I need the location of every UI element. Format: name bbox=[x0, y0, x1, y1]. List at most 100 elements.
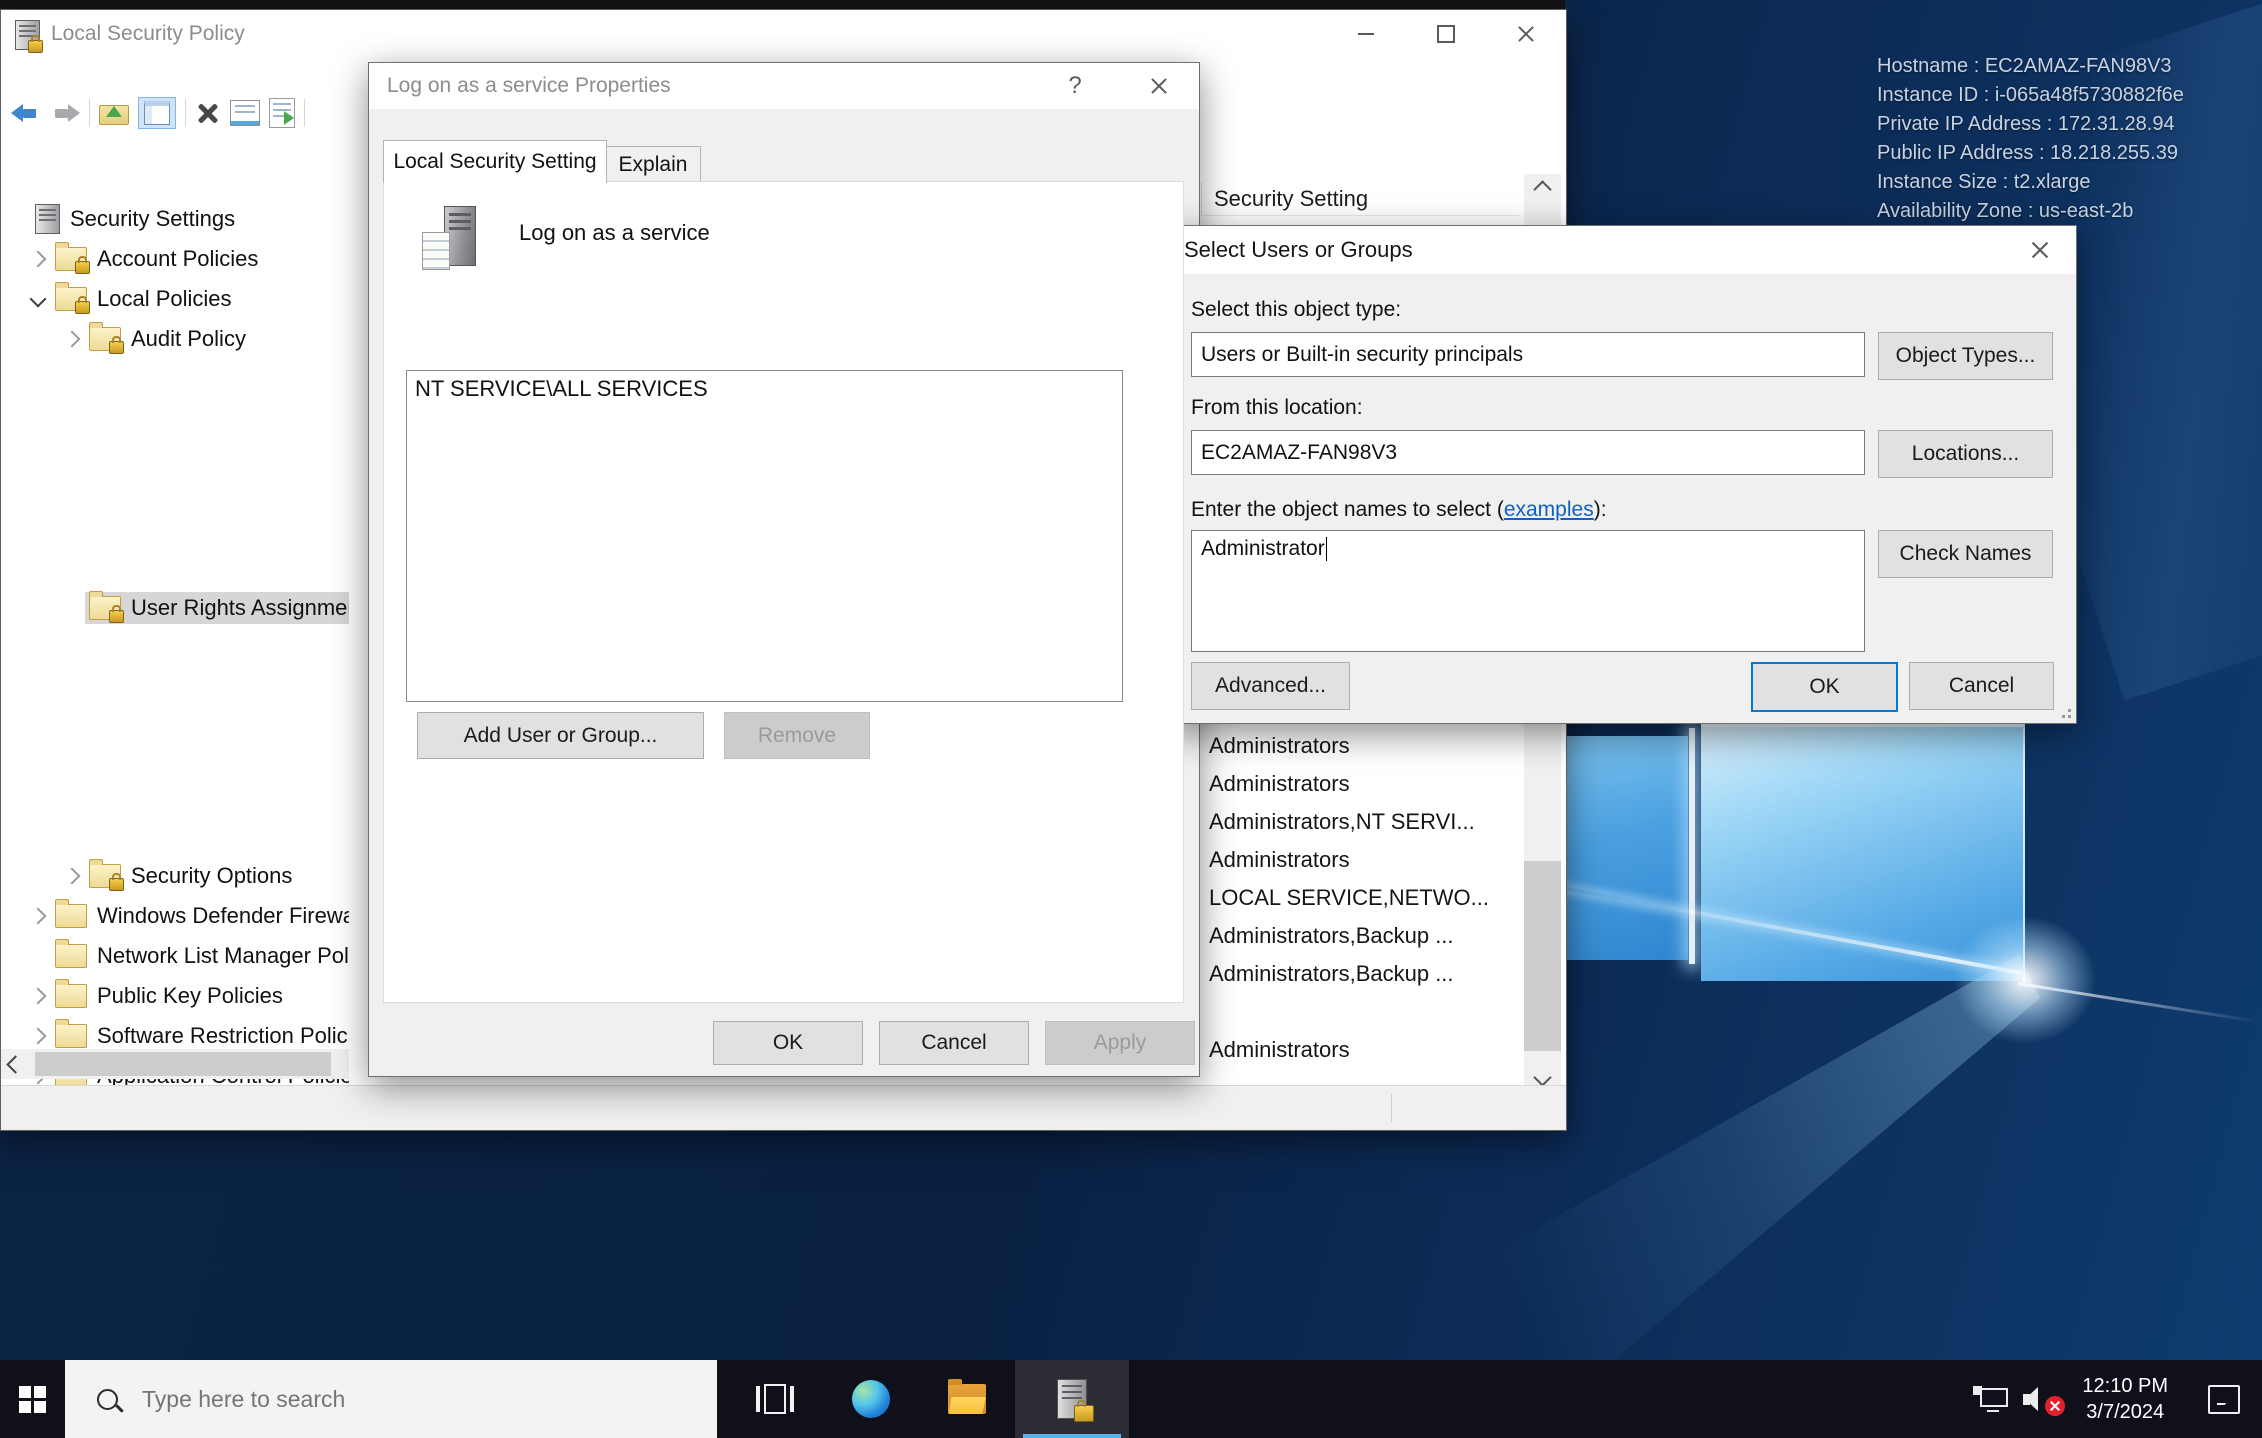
tree-item-network-list-manager[interactable]: Network List Manager Policies bbox=[1, 936, 350, 976]
list-row[interactable]: Administrators bbox=[1201, 727, 1516, 765]
tree-item-local-policies[interactable]: Local Policies bbox=[1, 279, 350, 319]
list-row[interactable]: Administrators,Backup ... bbox=[1201, 955, 1516, 993]
console-tree-panel: Security Settings Account Policies bbox=[1, 135, 350, 1086]
properties-icon[interactable] bbox=[230, 100, 260, 126]
location-field[interactable]: EC2AMAZ-FAN98V3 bbox=[1191, 430, 1865, 475]
taskbar-search[interactable] bbox=[65, 1360, 717, 1438]
system-tray: 12:10 PM 3/7/2024 bbox=[1964, 1360, 2262, 1438]
volume-tray-button[interactable] bbox=[2016, 1384, 2068, 1414]
cancel-button[interactable]: Cancel bbox=[879, 1021, 1029, 1065]
object-names-textarea[interactable]: Administrator bbox=[1191, 530, 1865, 652]
tree-item-windows-defender-firewall[interactable]: Windows Defender Firewall with Advanced … bbox=[1, 896, 350, 936]
muted-speaker-icon bbox=[2021, 1384, 2063, 1414]
toolbar-separator[interactable] bbox=[185, 99, 186, 127]
tree-item-label: Software Restriction Policies bbox=[97, 1023, 350, 1049]
cancel-button[interactable]: Cancel bbox=[1909, 662, 2054, 710]
list-row[interactable]: Administrators bbox=[1201, 841, 1516, 879]
forward-icon[interactable] bbox=[50, 102, 80, 124]
export-list-icon[interactable] bbox=[269, 98, 295, 128]
ok-button[interactable]: OK bbox=[713, 1021, 863, 1065]
lock-icon bbox=[75, 261, 90, 274]
tree-item-security-settings[interactable]: Security Settings bbox=[1, 199, 350, 239]
expander-chevron-icon[interactable] bbox=[25, 293, 51, 305]
tab-local-security-setting[interactable]: Local Security Setting bbox=[383, 140, 607, 183]
search-input[interactable] bbox=[140, 1385, 584, 1414]
tree-item-security-options[interactable]: Security Options bbox=[1, 856, 350, 896]
status-bar-divider bbox=[1391, 1094, 1392, 1122]
tab-page: Log on as a service NT SERVICE\ALL SERVI… bbox=[383, 181, 1184, 1003]
member-item[interactable]: NT SERVICE\ALL SERVICES bbox=[415, 376, 1114, 402]
maximize-button[interactable] bbox=[1406, 10, 1486, 58]
network-tray-button[interactable] bbox=[1964, 1386, 2016, 1412]
tree-item-account-policies[interactable]: Account Policies bbox=[1, 239, 350, 279]
tree-item-audit-policy[interactable]: Audit Policy bbox=[1, 319, 350, 359]
add-user-or-group-button[interactable]: Add User or Group... bbox=[417, 712, 704, 759]
tree-item-icon bbox=[89, 596, 121, 620]
expander-chevron-icon[interactable] bbox=[59, 602, 85, 614]
check-names-button[interactable]: Check Names bbox=[1878, 530, 2053, 578]
dialog-titlebar[interactable]: Log on as a service Properties ? bbox=[369, 63, 1199, 109]
action-center-icon[interactable] bbox=[2208, 1385, 2240, 1414]
remove-button[interactable]: Remove bbox=[724, 712, 870, 759]
help-button[interactable]: ? bbox=[1047, 63, 1103, 109]
minimize-button[interactable] bbox=[1326, 10, 1406, 58]
expander-chevron-icon[interactable] bbox=[59, 870, 85, 882]
tree-item-public-key-policies[interactable]: Public Key Policies bbox=[1, 976, 350, 1016]
list-row[interactable]: LOCAL SERVICE,NETWO... bbox=[1201, 879, 1516, 917]
object-type-field[interactable]: Users or Built-in security principals bbox=[1191, 332, 1865, 377]
tree-item-user-rights-assignment[interactable]: User Rights Assignment bbox=[1, 359, 350, 856]
column-header-security-setting[interactable]: Security Setting bbox=[1201, 182, 1519, 216]
scroll-up-arrow[interactable] bbox=[1524, 174, 1561, 204]
task-view-button[interactable] bbox=[727, 1360, 823, 1438]
scrollbar-thumb[interactable] bbox=[1524, 861, 1561, 1051]
local-security-policy-taskbar-button[interactable] bbox=[1015, 1360, 1129, 1438]
expander-chevron-icon[interactable] bbox=[59, 333, 85, 345]
list-row[interactable]: Administrators bbox=[1201, 765, 1516, 803]
delete-icon[interactable] bbox=[195, 100, 221, 126]
expander-chevron-icon[interactable] bbox=[25, 253, 51, 265]
members-listbox[interactable]: NT SERVICE\ALL SERVICES bbox=[406, 370, 1123, 702]
list-row[interactable]: Administrators,Backup ... bbox=[1201, 917, 1516, 955]
back-icon[interactable] bbox=[11, 102, 41, 124]
window-titlebar[interactable]: Local Security Policy bbox=[1, 10, 1566, 58]
advanced-button[interactable]: Advanced... bbox=[1191, 662, 1350, 710]
expander-chevron-icon[interactable] bbox=[25, 990, 51, 1002]
list-row[interactable]: Administrators,NT SERVI... bbox=[1201, 803, 1516, 841]
lock-icon bbox=[109, 610, 124, 623]
file-explorer-icon bbox=[948, 1384, 986, 1414]
scrollbar-thumb[interactable] bbox=[35, 1052, 331, 1076]
toolbar-separator[interactable] bbox=[304, 99, 305, 127]
export-folder-icon[interactable] bbox=[99, 101, 129, 125]
expander-chevron-icon[interactable] bbox=[25, 950, 51, 962]
screen-top-strip bbox=[0, 0, 1565, 9]
taskbar-clock[interactable]: 12:10 PM 3/7/2024 bbox=[2068, 1373, 2182, 1425]
object-types-button[interactable]: Object Types... bbox=[1878, 332, 2053, 380]
toolbar-separator[interactable] bbox=[89, 99, 90, 127]
status-bar bbox=[1, 1085, 1566, 1130]
locations-button[interactable]: Locations... bbox=[1878, 430, 2053, 478]
apply-button[interactable]: Apply bbox=[1045, 1021, 1195, 1065]
scroll-left-arrow[interactable] bbox=[1, 1058, 29, 1071]
ec2-instance-info: Hostname : EC2AMAZ-FAN98V3Instance ID : … bbox=[1877, 52, 2184, 226]
label-text: Enter the object names to select ( bbox=[1191, 498, 1504, 521]
expander-chevron-icon[interactable] bbox=[25, 1030, 51, 1042]
ok-button[interactable]: OK bbox=[1751, 662, 1898, 712]
console-tree-toggle-icon[interactable] bbox=[138, 97, 176, 129]
edge-taskbar-button[interactable] bbox=[823, 1360, 919, 1438]
close-icon[interactable] bbox=[1131, 63, 1187, 109]
resize-grip[interactable] bbox=[2057, 704, 2071, 718]
file-explorer-taskbar-button[interactable] bbox=[919, 1360, 1015, 1438]
list-row[interactable]: Administrators bbox=[1201, 1031, 1516, 1069]
tree-item-icon bbox=[55, 984, 87, 1008]
list-row[interactable] bbox=[1201, 993, 1516, 1031]
expander-chevron-icon[interactable] bbox=[25, 910, 51, 922]
tab-explain[interactable]: Explain bbox=[605, 146, 701, 183]
start-button[interactable] bbox=[0, 1360, 65, 1438]
dialog-titlebar[interactable]: Select Users or Groups bbox=[1166, 226, 2076, 274]
examples-link[interactable]: examples bbox=[1504, 498, 1594, 521]
expander-chevron-icon[interactable] bbox=[5, 213, 31, 225]
taskbar: 12:10 PM 3/7/2024 bbox=[0, 1360, 2262, 1438]
tree-horizontal-scrollbar[interactable] bbox=[1, 1049, 349, 1079]
close-button[interactable] bbox=[1486, 10, 1566, 58]
close-icon[interactable] bbox=[2012, 226, 2068, 274]
